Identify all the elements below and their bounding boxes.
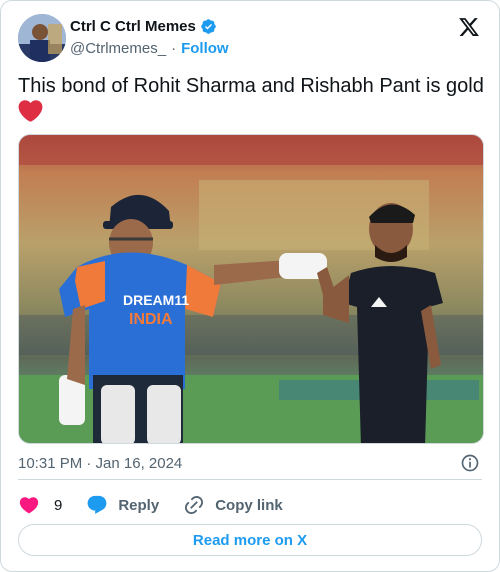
action-bar: 9 Reply Copy link xyxy=(18,493,283,517)
read-more-label: Read more on X xyxy=(192,531,308,549)
reply-bubble-icon xyxy=(87,495,107,514)
heart-icon xyxy=(19,497,39,514)
display-name[interactable]: Ctrl C Ctrl Memes xyxy=(70,18,196,35)
heart-emoji-icon xyxy=(18,100,43,122)
jersey-text-1: DREAM11 xyxy=(123,292,189,308)
copy-link-label: Copy link xyxy=(215,496,283,514)
tweet-header: Ctrl C Ctrl Memes @Ctrlmemes_ · Follow xyxy=(18,14,482,62)
photo-illustration: DREAM11 INDIA xyxy=(19,135,483,443)
tweet-card: Ctrl C Ctrl Memes @Ctrlmemes_ · Follow T… xyxy=(0,0,500,572)
handle-row: @Ctrlmemes_ · Follow xyxy=(70,40,229,57)
timestamp[interactable]: 10:31 PM · Jan 16, 2024 xyxy=(18,455,182,472)
read-more-button[interactable]: Read more on X xyxy=(18,524,482,556)
x-logo-icon[interactable] xyxy=(458,16,480,38)
tweet-body: This bond of Rohit Sharma and Rishabh Pa… xyxy=(18,75,484,97)
info-icon[interactable] xyxy=(460,453,480,473)
jersey-text-2: INDIA xyxy=(129,311,173,328)
like-count: 9 xyxy=(54,496,63,514)
tweet-text: This bond of Rohit Sharma and Rishabh Pa… xyxy=(18,73,488,123)
reply-button[interactable]: Reply xyxy=(86,494,159,516)
handle[interactable]: @Ctrlmemes_ xyxy=(70,40,166,57)
copy-link-button[interactable]: Copy link xyxy=(183,494,283,516)
name-row: Ctrl C Ctrl Memes xyxy=(70,18,217,35)
divider xyxy=(18,479,482,480)
like-button[interactable]: 9 xyxy=(18,494,62,516)
link-icon xyxy=(185,495,204,515)
separator: · xyxy=(171,40,177,57)
avatar[interactable] xyxy=(18,14,66,62)
follow-button[interactable]: Follow xyxy=(181,40,229,57)
verified-badge-icon xyxy=(201,19,216,34)
tweet-media-image[interactable]: DREAM11 INDIA xyxy=(18,134,484,444)
reply-label: Reply xyxy=(118,496,160,514)
